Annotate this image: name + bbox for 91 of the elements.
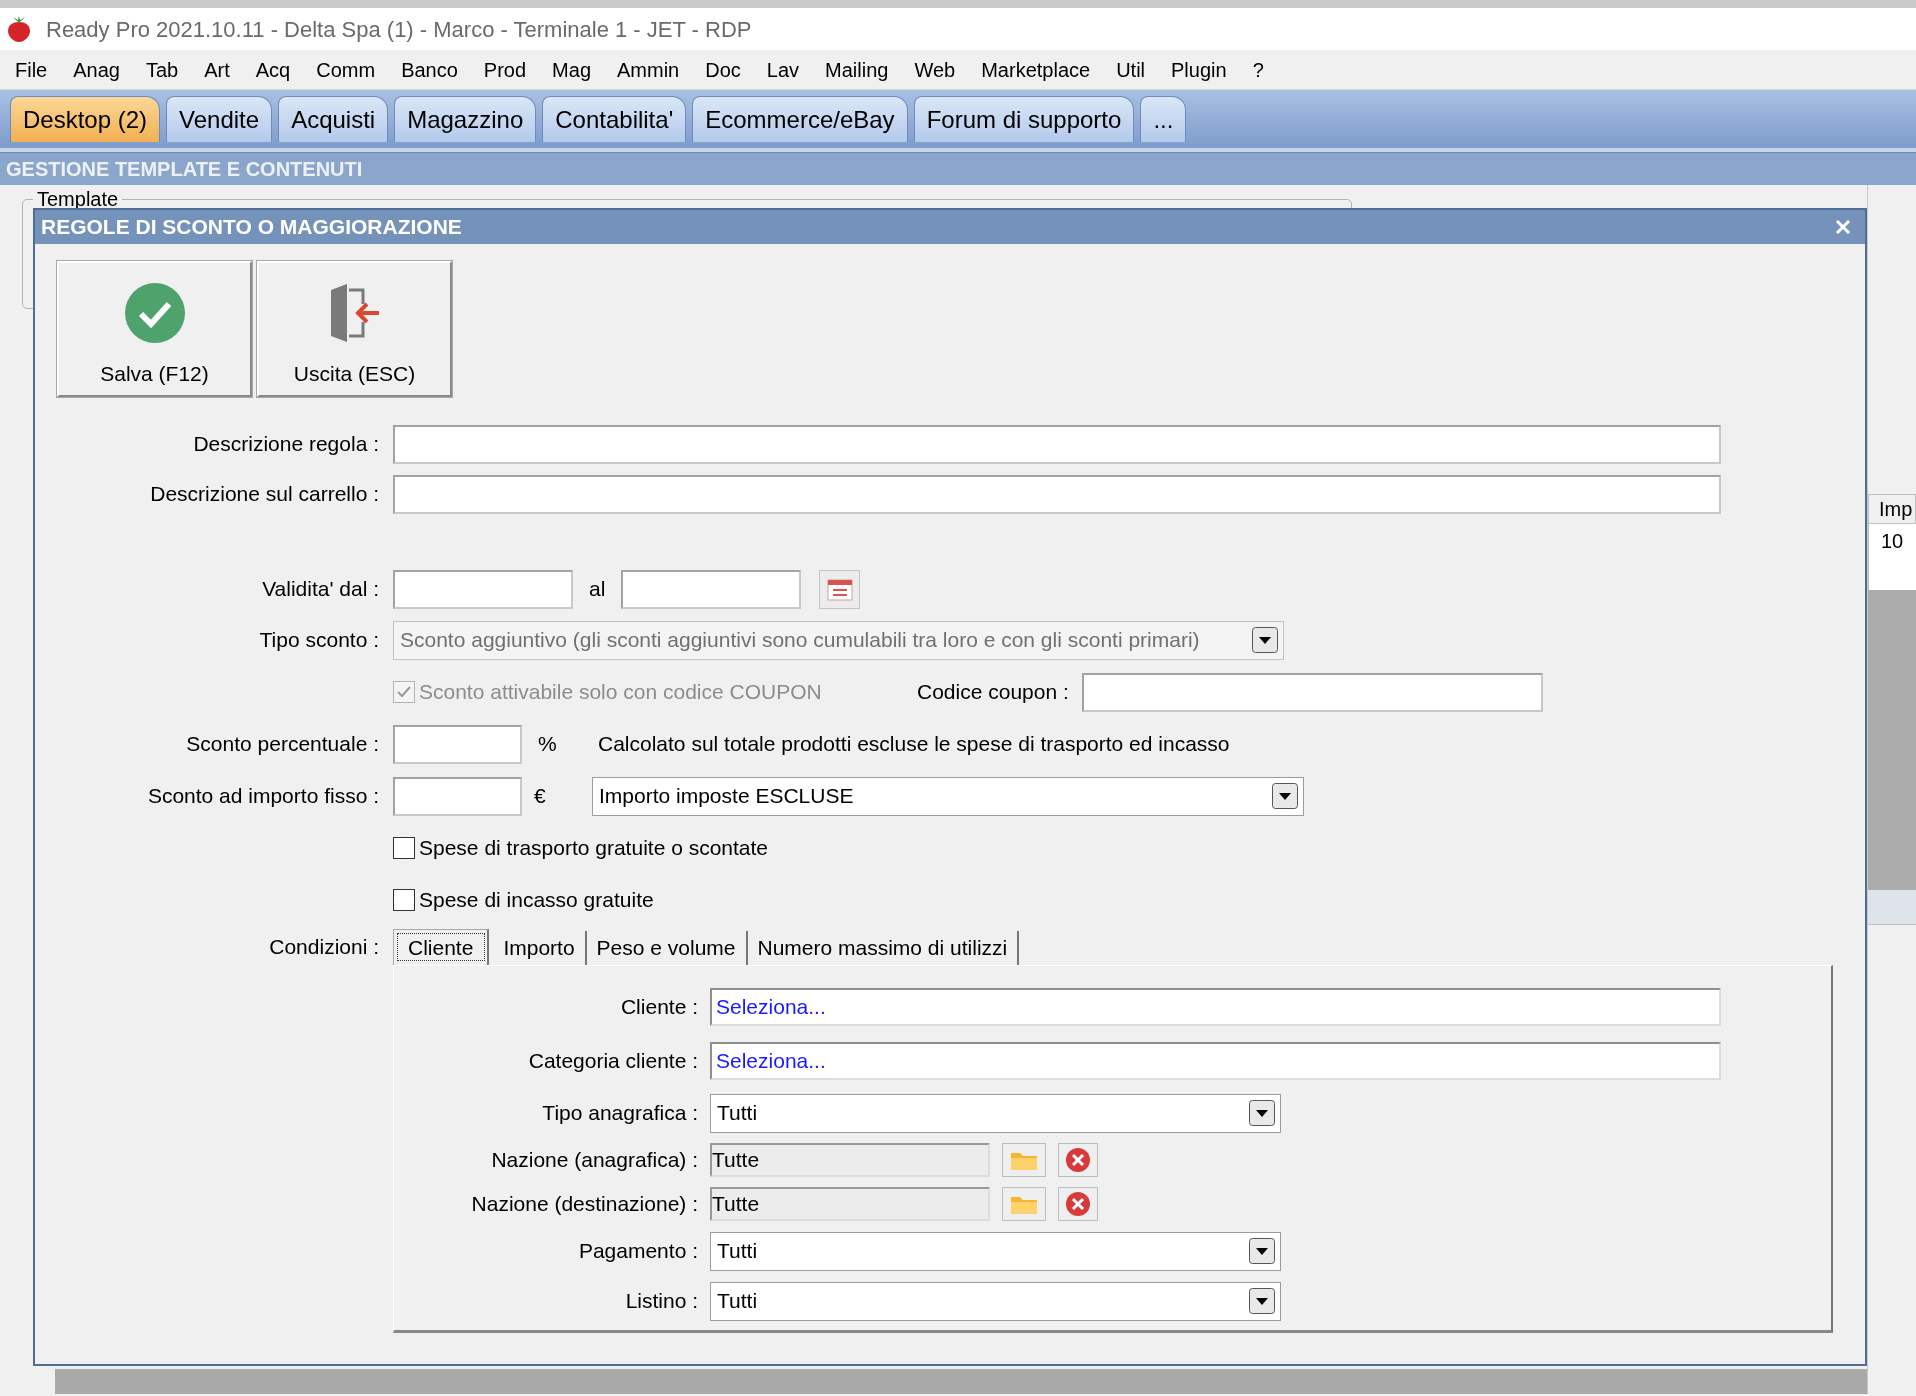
- folder-button[interactable]: [1002, 1187, 1046, 1221]
- close-icon[interactable]: [1835, 219, 1851, 235]
- calendar-button[interactable]: [819, 569, 861, 609]
- check-mark-icon: [396, 684, 412, 700]
- toolbar-button[interactable]: Uscita (ESC): [257, 261, 452, 397]
- unit-label: %: [538, 731, 558, 758]
- tab[interactable]: Desktop (2): [10, 96, 161, 142]
- checkbox[interactable]: [393, 889, 415, 911]
- tab[interactable]: Forum di supporto: [913, 96, 1135, 142]
- dropdown[interactable]: Tutti: [710, 1231, 1281, 1271]
- calendar-icon: [826, 577, 853, 601]
- dialog-title: REGOLE DI SCONTO O MAGGIORAZIONE: [41, 214, 462, 241]
- checkbox-label: Spese di incasso gratuite: [419, 887, 654, 914]
- menu-item[interactable]: Tab: [132, 54, 192, 85]
- clear-icon: [1065, 1147, 1091, 1173]
- menu-item[interactable]: Art: [191, 54, 243, 85]
- field-label: Listino :: [624, 1288, 699, 1315]
- tab[interactable]: ...: [1140, 96, 1187, 142]
- menu-item[interactable]: Mag: [539, 54, 604, 85]
- caret-icon: [1272, 783, 1298, 809]
- field-label: Pagamento :: [577, 1238, 699, 1265]
- picker-field[interactable]: Seleziona...: [710, 1042, 1721, 1080]
- field-label: Nazione (anagrafica) :: [490, 1147, 699, 1174]
- tab[interactable]: Ecommerce/eBay: [692, 96, 908, 142]
- menu-item[interactable]: Acq: [242, 54, 304, 85]
- menu-item[interactable]: Comm: [303, 54, 389, 85]
- field-label: Categoria cliente :: [527, 1048, 699, 1075]
- clear-button[interactable]: [1058, 1187, 1098, 1221]
- text-field[interactable]: [393, 776, 522, 816]
- menu-item[interactable]: ?: [1239, 54, 1277, 85]
- unit-label: €: [534, 783, 547, 810]
- caret-icon: [1249, 1288, 1275, 1314]
- menu-item[interactable]: Plugin: [1158, 54, 1240, 85]
- menu-item[interactable]: Anag: [60, 54, 133, 85]
- clear-icon: [1065, 1191, 1091, 1217]
- field-label: Cliente :: [619, 994, 699, 1021]
- strawberry-icon: [6, 15, 32, 43]
- table-cell: 10: [1868, 524, 1916, 558]
- checkbox-label: Spese di trasporto gratuite o scontate: [419, 835, 769, 862]
- text-field[interactable]: [393, 474, 1721, 514]
- checkbox-label: Sconto attivabile solo con codice COUPON: [419, 679, 822, 706]
- text-field[interactable]: [393, 424, 1721, 464]
- folder-button[interactable]: [1002, 1143, 1046, 1177]
- hint-text: Calcolato sul totale prodotti escluse le spese di trasporto ed incasso: [598, 731, 1230, 758]
- field-label: Sconto percentuale :: [185, 731, 380, 758]
- field-label: Condizioni :: [268, 934, 380, 960]
- menu-item[interactable]: Mailing: [812, 54, 902, 85]
- dropdown[interactable]: Tutti: [710, 1093, 1281, 1133]
- check-icon: [123, 281, 186, 344]
- field-label: Nazione (destinazione) :: [470, 1191, 699, 1218]
- tab[interactable]: Acquisti: [278, 96, 389, 142]
- caret-icon: [1252, 627, 1278, 653]
- field-label: Codice coupon :: [917, 679, 1069, 706]
- menu-item[interactable]: Util: [1103, 54, 1158, 85]
- field-label: Descrizione sul carrello :: [149, 481, 380, 508]
- menu-item[interactable]: Lav: [753, 54, 813, 85]
- tab[interactable]: Vendite: [166, 96, 273, 142]
- menu-item[interactable]: File: [2, 54, 61, 85]
- caret-icon: [1249, 1238, 1275, 1264]
- section-header: GESTIONE TEMPLATE E CONTENUTI: [0, 152, 1916, 185]
- text-field[interactable]: [393, 569, 573, 609]
- clear-button[interactable]: [1058, 1143, 1098, 1177]
- field-label: Descrizione regola :: [192, 431, 380, 458]
- text-field[interactable]: [393, 724, 522, 764]
- column-header: Imp: [1868, 494, 1916, 524]
- tab[interactable]: Contabilita': [542, 96, 687, 142]
- window-title: Ready Pro 2021.10.11 - Delta Spa (1) - Marco - Terminale 1 - JET - RDP: [46, 15, 752, 44]
- text-field[interactable]: [621, 569, 802, 609]
- dropdown[interactable]: Importo imposte ESCLUSE: [592, 776, 1304, 816]
- field-label: al: [589, 576, 606, 603]
- menu-item[interactable]: Ammin: [604, 54, 693, 85]
- picker-field[interactable]: Seleziona...: [710, 988, 1721, 1026]
- menu-item[interactable]: Marketplace: [968, 54, 1104, 85]
- menu-item[interactable]: Banco: [388, 54, 471, 85]
- dropdown[interactable]: Tutti: [710, 1281, 1281, 1321]
- readonly-field: Tutte: [710, 1187, 990, 1221]
- toolbar-button[interactable]: Salva (F12): [57, 261, 252, 397]
- field-label: Validita' dal :: [261, 576, 380, 603]
- tab[interactable]: Magazzino: [394, 96, 537, 142]
- checkbox[interactable]: [393, 837, 415, 859]
- caret-icon: [1249, 1100, 1275, 1126]
- menu-item[interactable]: Doc: [692, 54, 754, 85]
- menu-item[interactable]: Web: [901, 54, 969, 85]
- field-label: Tipo anagrafica :: [541, 1100, 699, 1127]
- field-label: Tipo sconto :: [258, 627, 380, 654]
- text-field[interactable]: [1081, 672, 1543, 712]
- menu-item[interactable]: Prod: [470, 54, 540, 85]
- field-label: Sconto ad importo fisso :: [146, 783, 380, 810]
- readonly-field: Tutte: [710, 1143, 990, 1177]
- tab[interactable]: Cliente: [393, 929, 490, 965]
- group-label: Template: [33, 188, 123, 210]
